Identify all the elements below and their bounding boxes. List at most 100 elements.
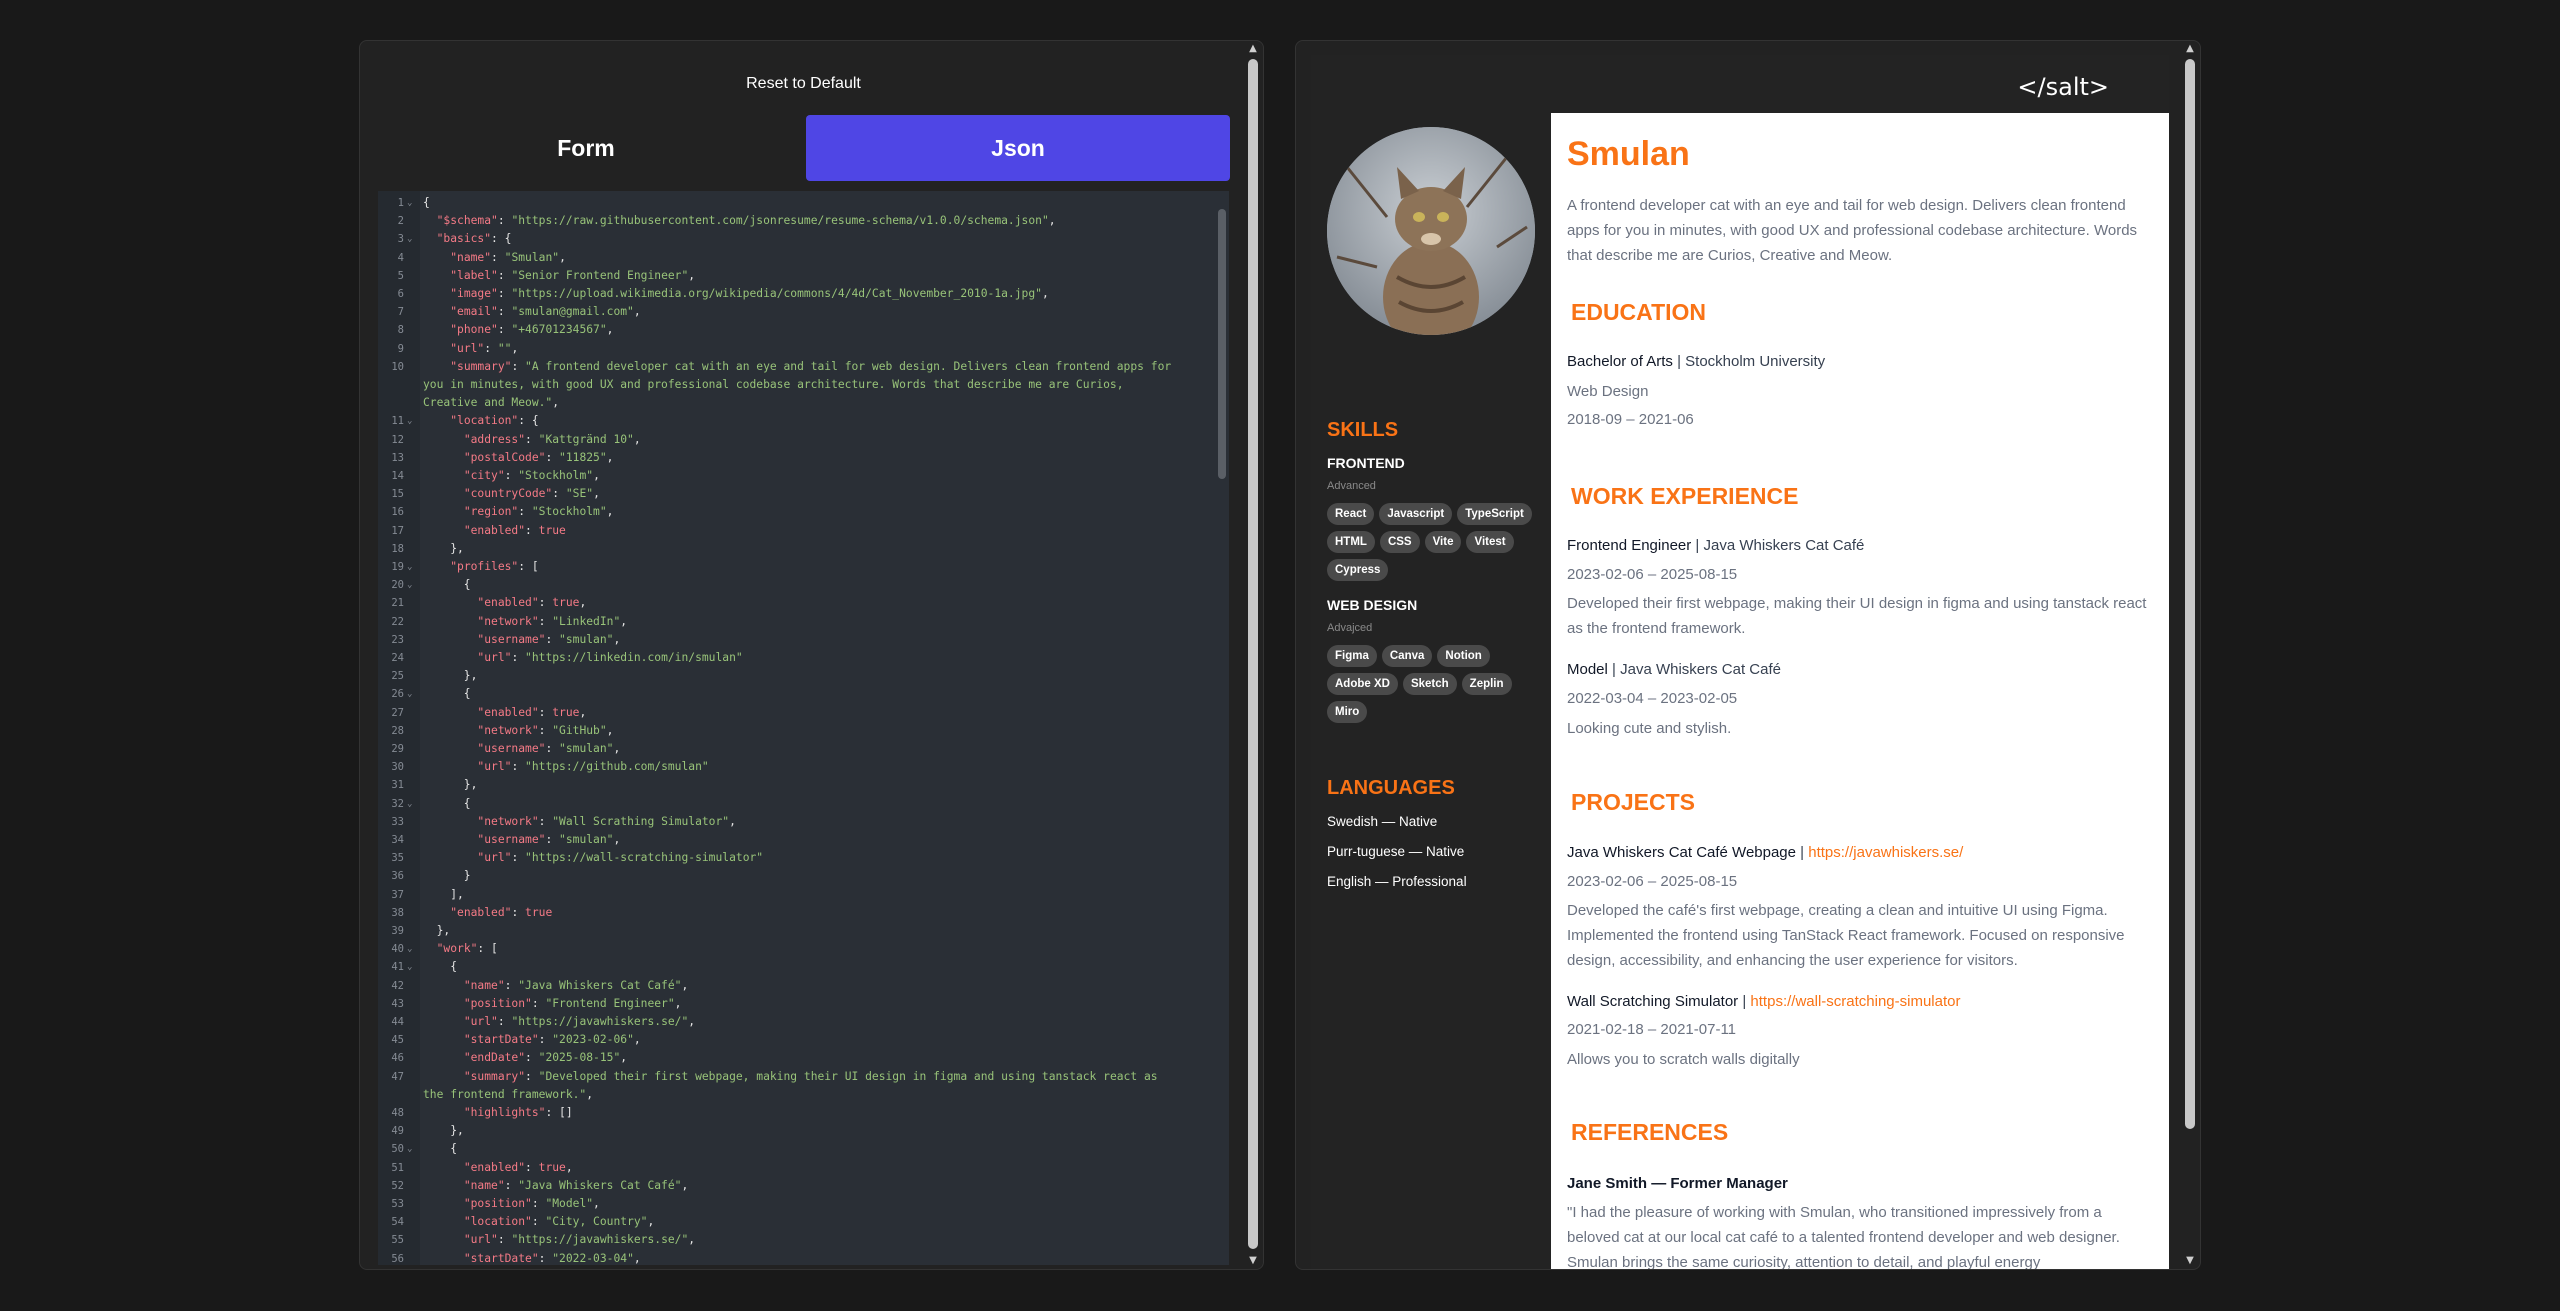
reference-quote: "I had the pleasure of working with Smul… (1567, 1204, 2120, 1270)
separator: | (1612, 661, 1616, 678)
education-area: Web Design (1567, 383, 1649, 400)
fold-chevron-icon[interactable]: ⌄ (407, 795, 412, 813)
line-number: 41 (391, 961, 404, 974)
right-panel-scrollbar-thumb[interactable] (2185, 59, 2195, 1129)
code-text: "summary": "A frontend developer cat wit… (450, 359, 1172, 373)
work-summary: Developed their first webpage, making th… (1567, 595, 2147, 637)
resume-name: Smulan (1567, 135, 1690, 173)
skill-chip: Figma (1327, 645, 1377, 667)
line-number: 44 (391, 1016, 404, 1028)
code-text: { (423, 796, 471, 810)
line-number: 56 (391, 1252, 404, 1265)
line-number: 5 (397, 269, 404, 282)
right-panel-scrollbar[interactable]: ▲ ▼ (2180, 41, 2200, 1269)
code-text: "url": "https://github.com/smulan" (477, 760, 709, 774)
code-text: "enabled": true (450, 905, 553, 919)
skill-chip: TypeScript (1457, 503, 1532, 525)
line-number: 6 (397, 288, 404, 300)
code-text: "postalCode": "11825", (463, 450, 614, 464)
separator: | (1742, 993, 1747, 1010)
work-dates: 2023-02-06 – 2025-08-15 (1567, 566, 1738, 583)
line-number: 34 (391, 834, 404, 846)
code-text: }, (423, 778, 478, 792)
skill-chip: React (1327, 503, 1375, 525)
reset-to-default-button[interactable]: Reset to Default (360, 75, 1247, 93)
line-number: 14 (391, 470, 404, 482)
scroll-up-arrow-icon[interactable]: ▲ (2184, 43, 2196, 55)
code-text: "startDate": "2023-02-06", (463, 1033, 641, 1047)
fold-chevron-icon[interactable]: ⌄ (407, 230, 412, 248)
separator: | (1800, 844, 1805, 861)
editor-scrollbar[interactable] (1215, 191, 1229, 1265)
scroll-down-arrow-icon[interactable]: ▼ (1247, 1255, 1259, 1267)
line-number: 31 (391, 779, 404, 792)
references-heading: REFERENCES (1571, 1119, 1729, 1145)
code-text: "location": "City, Country", (463, 1215, 655, 1229)
fold-chevron-icon[interactable]: ⌄ (407, 685, 412, 703)
line-number: 21 (391, 597, 404, 610)
line-number: 27 (391, 706, 404, 719)
fold-chevron-icon[interactable]: ⌄ (407, 1140, 412, 1158)
tab-json[interactable]: Json (806, 115, 1230, 181)
line-number: 49 (391, 1125, 404, 1138)
code-text: "name": "Java Whiskers Cat Café", (463, 1178, 689, 1192)
code-text: "highlights": [] (463, 1106, 573, 1119)
fold-chevron-icon[interactable]: ⌄ (407, 940, 412, 958)
line-number: 18 (391, 542, 404, 555)
code-text: }, (423, 924, 451, 937)
left-panel-scrollbar-thumb[interactable] (1248, 59, 1258, 1249)
projects-heading: PROJECTS (1571, 789, 1695, 815)
code-text: "work": [ (436, 942, 498, 956)
code-text: "username": "smulan", (477, 833, 621, 846)
project-name: Wall Scratching Simulator (1567, 993, 1739, 1010)
project-link[interactable]: https://wall-scratching-simulator (1750, 993, 1960, 1010)
skill-chip: Adobe XD (1327, 673, 1398, 695)
project-dates: 2021-02-18 – 2021-07-11 (1567, 1021, 1737, 1038)
fold-chevron-icon[interactable]: ⌄ (407, 576, 412, 594)
code-text: "url": "", (450, 341, 519, 355)
project-summary: Allows you to scratch walls digitally (1567, 1051, 1800, 1068)
code-text: "network": "LinkedIn", (477, 614, 628, 628)
skill-group-name: FRONTEND (1327, 455, 1405, 471)
line-number: 22 (391, 615, 404, 628)
skill-chip: Cypress (1327, 559, 1389, 581)
json-editor[interactable]: 1 ⌄{2 "$schema": "https://raw.githubuserc… (378, 191, 1229, 1265)
fold-chevron-icon[interactable]: ⌄ (407, 412, 412, 430)
resume-main: Smulan A frontend developer cat with an … (1551, 113, 2169, 1270)
line-number: 37 (391, 888, 404, 901)
code-text: "username": "smulan", (477, 632, 621, 646)
code-text: { (423, 196, 430, 209)
code-text: { (423, 1142, 458, 1156)
editor-panel: Reset to Default Form Json 1 ⌄{2 "$schema… (359, 40, 1264, 1270)
code-text: "network": "Wall Scrathing Simulator", (477, 814, 736, 828)
line-number: 2 (397, 215, 404, 228)
scroll-down-arrow-icon[interactable]: ▼ (2184, 1255, 2196, 1267)
line-number: 39 (391, 925, 404, 937)
tab-form[interactable]: Form (374, 115, 798, 181)
code-text: "phone": "+46701234567", (450, 323, 614, 337)
scroll-up-arrow-icon[interactable]: ▲ (1247, 43, 1259, 55)
project-name: Java Whiskers Cat Café Webpage (1567, 844, 1796, 861)
skill-group-level: Advajced (1327, 622, 1373, 634)
line-number: 1 (397, 197, 404, 209)
fold-chevron-icon[interactable]: ⌄ (407, 958, 412, 976)
code-text: "endDate": "2025-08-15", (463, 1051, 628, 1065)
skill-chip: CSS (1379, 531, 1420, 553)
skill-group-level: Advanced (1327, 480, 1376, 492)
project-link[interactable]: https://javawhiskers.se/ (1808, 844, 1963, 861)
code-text: "summary": "Developed their first webpag… (463, 1069, 1158, 1083)
code-text: "startDate": "2022-03-04", (463, 1251, 641, 1265)
line-number: 51 (391, 1161, 404, 1174)
editor-scrollbar-thumb[interactable] (1218, 209, 1226, 479)
fold-chevron-icon[interactable]: ⌄ (407, 558, 412, 576)
code-text: }, (423, 669, 478, 683)
left-panel-scrollbar[interactable]: ▲ ▼ (1243, 41, 1263, 1269)
skill-group-name: WEB DESIGN (1327, 597, 1418, 613)
code-text: "enabled": true (463, 523, 566, 537)
code-text: "position": "Frontend Engineer", (463, 996, 682, 1010)
line-number: 33 (391, 815, 404, 828)
code-text: "name": "Java Whiskers Cat Café", (463, 978, 689, 992)
code-text: "enabled": true, (477, 596, 587, 610)
fold-chevron-icon[interactable]: ⌄ (407, 194, 412, 212)
project-entry-title: Java Whiskers Cat Café Webpage | https:/… (1567, 844, 2157, 861)
